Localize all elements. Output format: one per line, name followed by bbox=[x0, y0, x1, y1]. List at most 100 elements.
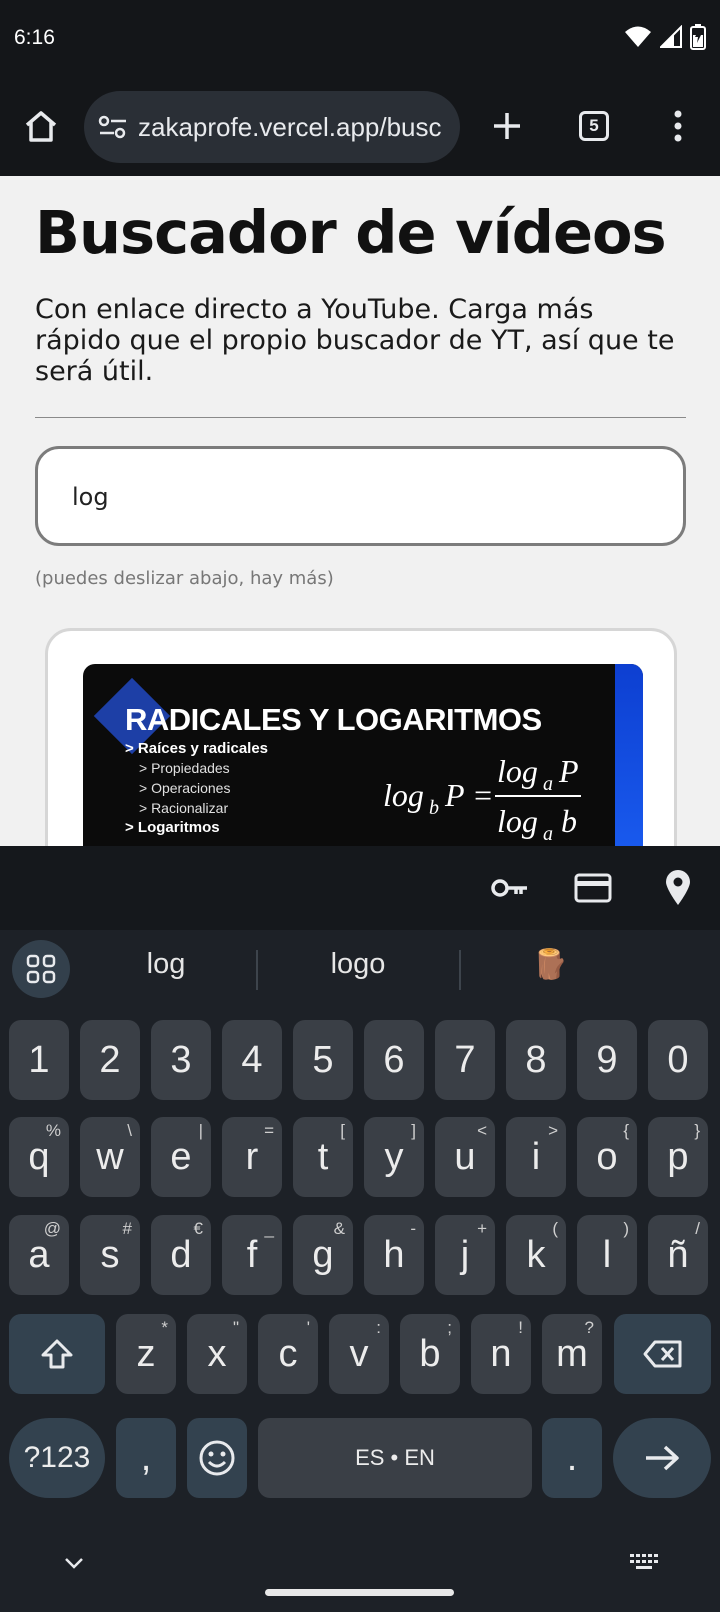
key-m[interactable]: m? bbox=[542, 1314, 602, 1394]
key-r[interactable]: r = bbox=[222, 1117, 282, 1197]
key-4[interactable]: 4 bbox=[222, 1020, 282, 1100]
shift-key[interactable] bbox=[9, 1314, 105, 1394]
symbols-key[interactable]: ?123 bbox=[9, 1418, 105, 1498]
key-6[interactable]: 6 bbox=[364, 1020, 424, 1100]
key-y[interactable]: y] bbox=[364, 1117, 424, 1197]
page-lead: Con enlace directo a YouTube. Carga más … bbox=[35, 294, 675, 387]
key-g[interactable]: g & bbox=[293, 1215, 353, 1295]
apps-grid-button[interactable] bbox=[12, 940, 70, 998]
key-5[interactable]: 5 bbox=[293, 1020, 353, 1100]
result-card[interactable]: RADICALES Y LOGARITMOS > Raíces y radica… bbox=[45, 628, 677, 846]
suggestion-2[interactable]: logo bbox=[308, 948, 408, 981]
menu-button[interactable] bbox=[654, 102, 702, 150]
address-bar[interactable]: zakaprofe.vercel.app/busc bbox=[84, 91, 460, 163]
key-o-label: o bbox=[596, 1135, 618, 1178]
suggestion-1[interactable]: log bbox=[126, 948, 206, 981]
search-input[interactable] bbox=[72, 477, 632, 517]
key-m-alt: ? bbox=[584, 1318, 594, 1337]
key-h[interactable]: h- bbox=[364, 1215, 424, 1295]
key-z[interactable]: z * bbox=[116, 1314, 176, 1394]
comma-key[interactable]: , bbox=[116, 1418, 176, 1498]
key-w[interactable]: w \ bbox=[80, 1117, 140, 1197]
battery-icon bbox=[690, 24, 706, 50]
key-x-label: x bbox=[207, 1332, 227, 1375]
key-c[interactable]: c ' bbox=[258, 1314, 318, 1394]
key-b-alt: ; bbox=[447, 1318, 452, 1337]
key-7[interactable]: 7 bbox=[435, 1020, 495, 1100]
nav-bar bbox=[0, 1532, 720, 1612]
key-9[interactable]: 9 bbox=[577, 1020, 637, 1100]
key-f[interactable]: f _ bbox=[222, 1215, 282, 1295]
key-u[interactable]: u < bbox=[435, 1117, 495, 1197]
key-l-label: l bbox=[602, 1233, 612, 1276]
key-t[interactable]: t[ bbox=[293, 1117, 353, 1197]
status-bar: 6:16 bbox=[0, 0, 720, 78]
suggestion-divider bbox=[459, 950, 461, 990]
new-tab-button[interactable] bbox=[483, 102, 531, 150]
address-button[interactable] bbox=[656, 866, 700, 910]
suggestion-emoji[interactable]: 🪵 bbox=[520, 948, 580, 982]
status-time: 6:16 bbox=[14, 26, 55, 49]
wifi-icon bbox=[625, 26, 651, 47]
key-v[interactable]: v: bbox=[329, 1314, 389, 1394]
home-button[interactable] bbox=[17, 102, 65, 150]
key-j-label: j bbox=[460, 1233, 470, 1276]
key-e[interactable]: e | bbox=[151, 1117, 211, 1197]
period-key-label: . bbox=[566, 1436, 578, 1479]
search-box[interactable] bbox=[35, 446, 686, 546]
key-1[interactable]: 1 bbox=[9, 1020, 69, 1100]
key-h-label: h bbox=[383, 1233, 405, 1276]
key-w-alt: \ bbox=[127, 1121, 132, 1140]
key-n-alt: ! bbox=[518, 1318, 523, 1337]
key-j[interactable]: j + bbox=[435, 1215, 495, 1295]
space-key[interactable]: ES • EN bbox=[258, 1418, 532, 1498]
video-thumbnail[interactable]: RADICALES Y LOGARITMOS > Raíces y radica… bbox=[83, 664, 643, 846]
site-settings-icon[interactable] bbox=[98, 114, 128, 140]
key-0[interactable]: 0 bbox=[648, 1020, 708, 1100]
arrow-right-icon bbox=[646, 1445, 679, 1471]
keyboard-switch-icon[interactable] bbox=[630, 1554, 660, 1570]
thumb-title: RADICALES Y LOGARITMOS bbox=[125, 702, 542, 737]
payment-button[interactable] bbox=[571, 866, 615, 910]
emoji-icon bbox=[199, 1440, 235, 1476]
key-u-label: u bbox=[454, 1135, 476, 1178]
svg-text:log: log bbox=[383, 777, 424, 813]
key-q[interactable]: q% bbox=[9, 1117, 69, 1197]
backspace-key[interactable] bbox=[614, 1314, 711, 1394]
key-s[interactable]: s # bbox=[80, 1215, 140, 1295]
emoji-key[interactable] bbox=[187, 1418, 247, 1498]
key-ñ[interactable]: ñ / bbox=[648, 1215, 708, 1295]
key-2[interactable]: 2 bbox=[80, 1020, 140, 1100]
card-icon bbox=[574, 873, 612, 903]
location-pin-icon bbox=[666, 870, 690, 905]
key-x-alt: " bbox=[232, 1318, 239, 1337]
key-2-label: 2 bbox=[99, 1038, 121, 1081]
key-j-alt: + bbox=[477, 1219, 487, 1238]
key-n[interactable]: n! bbox=[471, 1314, 531, 1394]
key-b[interactable]: b; bbox=[400, 1314, 460, 1394]
keyboard: log logo 🪵 1 2 3 4 5 6 7 8 9 0 q% w \ e | r = t[y] u < i > o{p… bbox=[0, 846, 720, 1612]
key-a[interactable]: a @ bbox=[9, 1215, 69, 1295]
key-i[interactable]: i > bbox=[506, 1117, 566, 1197]
hide-keyboard-icon[interactable] bbox=[64, 1556, 84, 1570]
passwords-button[interactable] bbox=[488, 866, 532, 910]
key-x[interactable]: x " bbox=[187, 1314, 247, 1394]
more-vert-icon bbox=[674, 110, 682, 142]
suggestion-strip: log logo 🪵 bbox=[0, 930, 720, 1024]
enter-key[interactable] bbox=[613, 1418, 711, 1498]
key-o[interactable]: o{ bbox=[577, 1117, 637, 1197]
key-k[interactable]: k( bbox=[506, 1215, 566, 1295]
key-i-alt: > bbox=[548, 1121, 558, 1140]
key-3[interactable]: 3 bbox=[151, 1020, 211, 1100]
key-8[interactable]: 8 bbox=[506, 1020, 566, 1100]
key-d[interactable]: d € bbox=[151, 1215, 211, 1295]
key-g-alt: & bbox=[333, 1219, 345, 1238]
period-key[interactable]: . bbox=[542, 1418, 602, 1498]
key-p[interactable]: p} bbox=[648, 1117, 708, 1197]
tab-switcher-button[interactable]: 5 bbox=[570, 102, 618, 150]
key-l[interactable]: l) bbox=[577, 1215, 637, 1295]
page-title: Buscador de vídeos bbox=[35, 198, 667, 267]
key-e-label: e bbox=[170, 1135, 192, 1178]
signal-icon bbox=[660, 25, 682, 48]
key-s-alt: # bbox=[122, 1219, 132, 1238]
